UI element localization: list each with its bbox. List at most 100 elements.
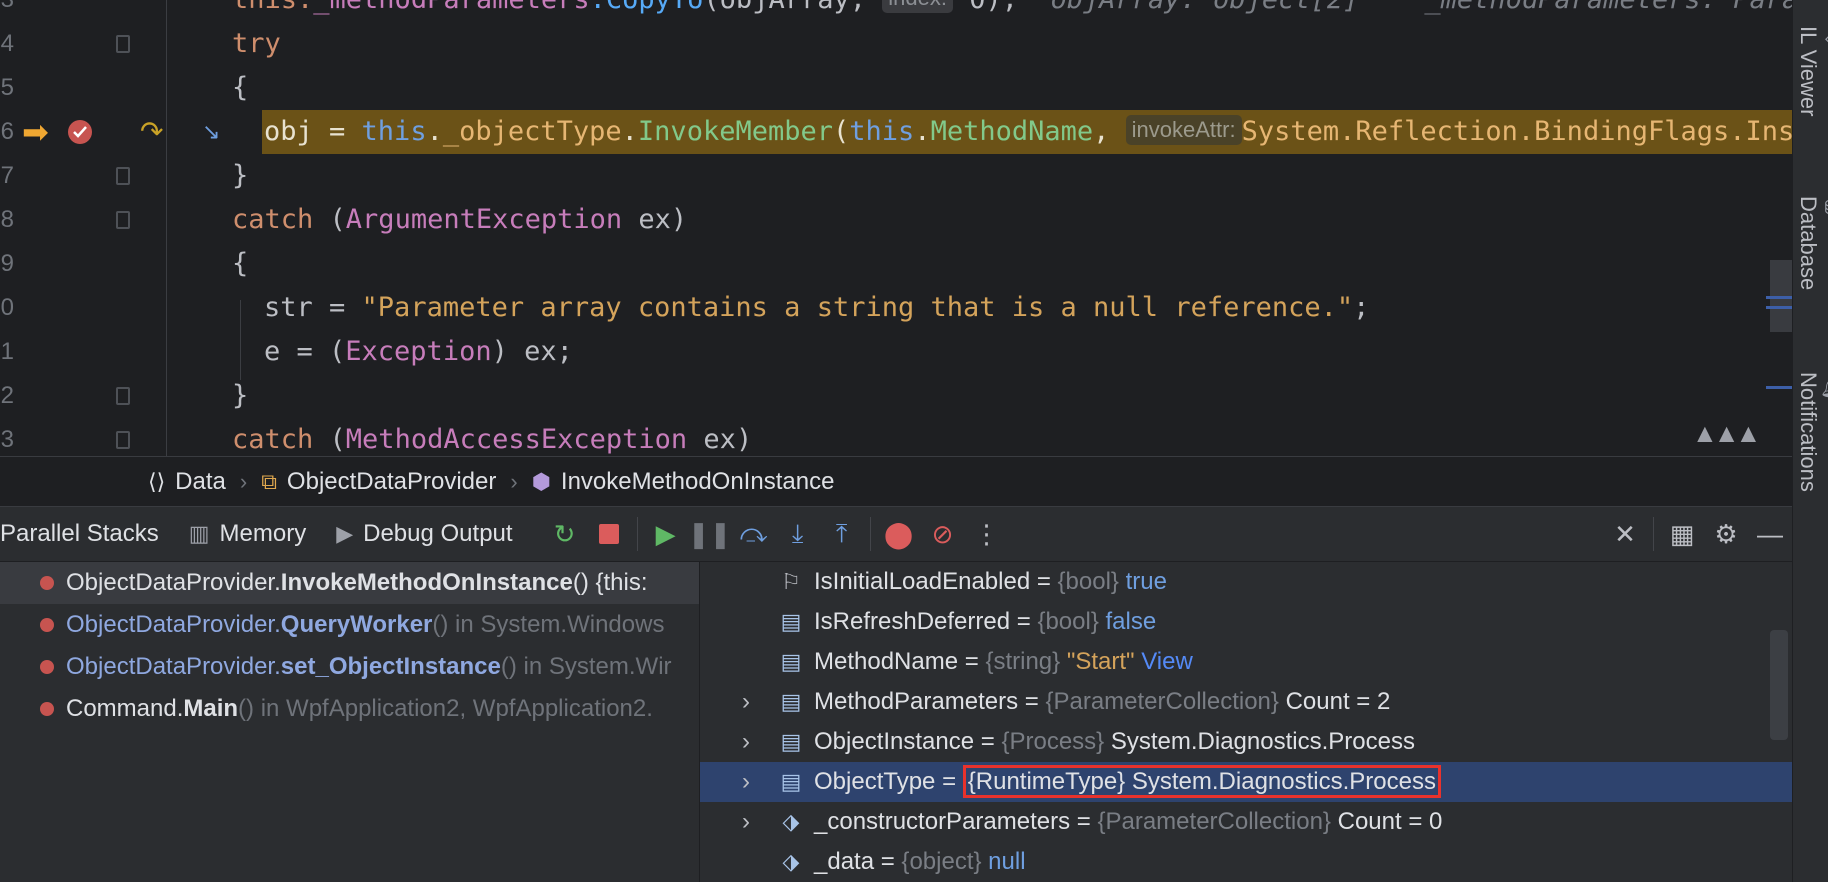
minimize-icon[interactable]: — (1748, 512, 1792, 556)
variable-row[interactable]: › ⬗ _constructorParameters = {ParameterC… (700, 802, 1792, 842)
pause-button[interactable]: ❚❚ (688, 512, 732, 556)
tab-memory[interactable]: ▥ Memory (189, 520, 306, 548)
layout-icon[interactable]: ▦ (1660, 512, 1704, 556)
line-number: 4 (0, 30, 14, 57)
line-number: 8 (0, 206, 14, 233)
fold-marker-icon[interactable] (116, 431, 130, 449)
bell-icon: 🔔︎ (1822, 372, 1828, 400)
breadcrumb-item-method[interactable]: ⬢ InvokeMethodOnInstance (532, 468, 835, 496)
breakpoint-icon[interactable] (66, 110, 94, 154)
line-number: 0 (0, 294, 14, 321)
code-line[interactable]: 3 this._methodParameters.CopyTo(objArray… (0, 0, 1792, 22)
code-editor[interactable]: 3 this._methodParameters.CopyTo(objArray… (0, 0, 1792, 456)
resume-button[interactable]: ▶ (644, 512, 688, 556)
gear-icon[interactable]: ⚙ (1704, 512, 1748, 556)
variable-row[interactable]: ⚐ IsInitialLoadEnabled = {bool} true (700, 562, 1792, 602)
code-text: catch (MethodAccessException ex) (232, 424, 753, 455)
property-icon: ▤ (780, 689, 802, 714)
code-line-current[interactable]: 6 ➡ ↷ ↘ obj = this._objectType.InvokeMem… (0, 110, 1792, 154)
chevron-right-icon: › (239, 468, 248, 494)
fold-marker-icon[interactable] (116, 211, 130, 229)
chevron-right-icon[interactable]: › (742, 768, 750, 796)
variable-row[interactable]: ▤ IsRefreshDeferred = {bool} false (700, 602, 1792, 642)
chevron-right-icon: › (510, 468, 518, 494)
database-icon: ⛁ (1822, 196, 1828, 221)
variable-row[interactable]: ⬗ _data = {object} null (700, 842, 1792, 882)
toolbar-separator (636, 517, 638, 551)
code-text: } (232, 380, 249, 411)
scroll-marker (1766, 306, 1792, 309)
chevron-right-icon[interactable]: › (742, 688, 750, 716)
line-number: 3 (0, 426, 14, 453)
stop-icon (598, 524, 619, 544)
toolbar-separator (1653, 517, 1654, 551)
fold-marker-icon[interactable] (116, 35, 130, 53)
line-number: 6 (0, 118, 14, 145)
frame-breakpoint-icon (40, 618, 54, 632)
console-icon: ▶ (336, 521, 354, 546)
parameter-hint: invokeAttr: (1125, 115, 1242, 145)
more-button[interactable]: ⋮ (965, 512, 1009, 556)
property-icon: ▤ (780, 649, 802, 674)
tab-parallel-stacks[interactable]: Parallel Stacks (0, 520, 159, 548)
chevron-right-icon[interactable]: › (742, 728, 750, 756)
code-line[interactable]: 2 } (0, 374, 1792, 418)
variable-row[interactable]: › ▤ MethodParameters = {ParameterCollect… (700, 682, 1792, 722)
step-into-gutter-icon[interactable]: ↷ (140, 110, 163, 154)
breadcrumb: ⟨⟩ Data › ⧉ ObjectDataProvider › ⬢ Invok… (0, 456, 1792, 506)
parameter-hint: index: (882, 0, 953, 13)
tool-tab-notifications[interactable]: 🔔︎ Notifications (1795, 372, 1828, 492)
namespace-icon: ⟨⟩ (148, 468, 166, 494)
fold-marker-icon[interactable] (116, 167, 130, 185)
property-icon: ▤ (780, 729, 802, 754)
code-line[interactable]: 7 } (0, 154, 1792, 198)
variable-row[interactable]: › ▤ ObjectInstance = {Process} System.Di… (700, 722, 1792, 762)
frame-row[interactable]: Command. Main() in WpfApplication2, WpfAp… (0, 688, 699, 730)
variable-row-selected[interactable]: › ▤ ObjectType = {RuntimeType} System.Di… (700, 762, 1792, 802)
frame-row[interactable]: ObjectDataProvider. set_ObjectInstance() … (0, 646, 699, 688)
method-icon: ⬢ (531, 468, 551, 494)
frame-row[interactable]: ObjectDataProvider. InvokeMethodOnInstanc… (0, 562, 699, 604)
line-number: 5 (0, 74, 14, 101)
code-text: { (232, 248, 249, 279)
private-field-icon: ⬗ (782, 809, 800, 834)
code-line[interactable]: 0 str = "Parameter array contains a stri… (0, 286, 1792, 330)
stop-button[interactable] (587, 512, 631, 556)
reader-mode-icon[interactable]: ▲▲▲ (1692, 418, 1761, 449)
close-icon[interactable]: ✕ (1603, 512, 1647, 556)
code-line[interactable]: 5 { (0, 66, 1792, 110)
breadcrumb-item-class[interactable]: ⧉ ObjectDataProvider (261, 468, 496, 496)
code-line[interactable]: 4 try (0, 22, 1792, 66)
property-icon: ▤ (780, 609, 802, 634)
execution-pointer-icon: ➡ (22, 114, 49, 150)
variable-row[interactable]: ▤ MethodName = {string} "Start" View (700, 642, 1792, 682)
view-breakpoints-button[interactable]: ⬤ (877, 512, 921, 556)
code-line[interactable]: 1 e = (Exception) ex; (0, 330, 1792, 374)
frame-breakpoint-icon (40, 702, 54, 716)
line-number: 1 (0, 338, 14, 365)
view-link[interactable]: View (1135, 648, 1193, 675)
mute-breakpoints-button[interactable]: ⊘ (921, 512, 965, 556)
scroll-marker (1766, 296, 1792, 299)
tool-tab-database[interactable]: ⛁ Database (1795, 196, 1828, 290)
code-line[interactable]: 9 { (0, 242, 1792, 286)
step-out-button[interactable]: ⤒ (820, 512, 864, 556)
frame-row[interactable]: ObjectDataProvider. QueryWorker() in Syst… (0, 604, 699, 646)
code-text: this._methodParameters.CopyTo(objArray, … (232, 0, 1792, 22)
frames-list: ObjectDataProvider. InvokeMethodOnInstanc… (0, 562, 700, 882)
flag-icon: ⚐ (781, 569, 801, 594)
breadcrumb-item-namespace[interactable]: ⟨⟩ Data (148, 468, 226, 496)
tool-tab-il-viewer[interactable]: ◈ IL Viewer (1795, 26, 1828, 117)
code-line[interactable]: 8 catch (ArgumentException ex) (0, 198, 1792, 242)
tab-debug-output[interactable]: ▶ Debug Output (336, 520, 512, 548)
fold-marker-icon[interactable] (116, 387, 130, 405)
rerun-button[interactable]: ↻ (543, 512, 587, 556)
code-line[interactable]: 3 catch (MethodAccessException ex) (0, 418, 1792, 456)
step-over-button[interactable]: ⤼ (732, 512, 776, 556)
variables-scrollbar-thumb[interactable] (1770, 630, 1788, 740)
run-to-cursor-icon[interactable]: ↘ (202, 110, 220, 154)
step-into-button[interactable]: ⤓ (776, 512, 820, 556)
chevron-right-icon[interactable]: › (742, 808, 750, 836)
il-viewer-icon: ◈ (1822, 26, 1828, 51)
line-number: 7 (0, 162, 14, 189)
